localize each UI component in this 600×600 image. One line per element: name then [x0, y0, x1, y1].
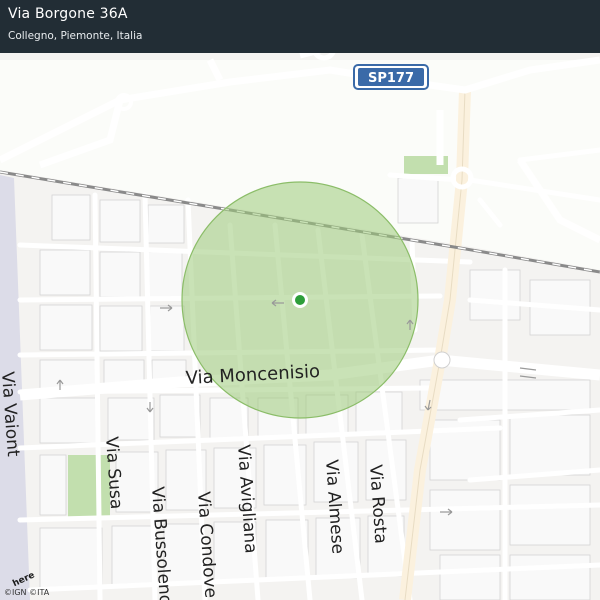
svg-text:here: here	[11, 570, 36, 588]
roundabout	[433, 351, 451, 369]
location-dot[interactable]	[295, 295, 305, 305]
here-logo: here	[11, 570, 36, 588]
map-canvas[interactable]: SP177 Via Moncenisio Via Vaiont Via Susa…	[0, 0, 600, 600]
address-title: Via Borgone 36A	[8, 6, 128, 22]
location-header: Via Borgone 36A Collegno, Piemonte, Ital…	[0, 0, 600, 53]
sp177-road-shield: SP177	[353, 64, 429, 90]
map-attribution: ©IGN ©ITA	[4, 588, 50, 597]
svg-text:SP177: SP177	[368, 71, 414, 86]
address-subtitle: Collegno, Piemonte, Italia	[8, 30, 143, 42]
